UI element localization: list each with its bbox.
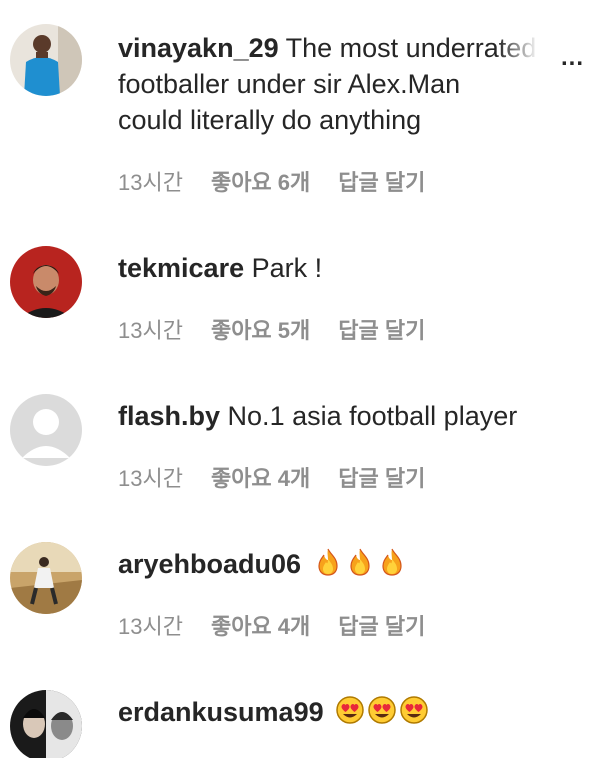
avatar[interactable]	[10, 394, 82, 466]
comment-username[interactable]: aryehboadu06	[118, 549, 301, 579]
fire-emoji-icon	[313, 547, 343, 577]
reply-button[interactable]: 답글 달기	[338, 614, 425, 640]
heart-eyes-emoji-icon	[367, 695, 397, 725]
comment-body: vinayakn_29 The most underrated football…	[118, 30, 570, 138]
likes-count-button[interactable]: 좋아요 5개	[211, 318, 310, 344]
emoji-group	[335, 695, 429, 725]
comment-meta: 13시간 좋아요 4개 답글 달기	[118, 614, 425, 640]
comment-username[interactable]: erdankusuma99	[118, 697, 324, 727]
comment-username[interactable]: vinayakn_29	[118, 33, 279, 63]
comment-text: The most underrated	[285, 33, 537, 63]
comment-time: 13시간	[118, 318, 183, 343]
comment-body: flash.by No.1 asia football player	[118, 398, 570, 434]
reply-button[interactable]: 답글 달기	[338, 466, 425, 492]
comment-body: erdankusuma99	[118, 694, 570, 730]
reply-button[interactable]: 답글 달기	[338, 318, 425, 344]
fire-emoji-icon	[377, 547, 407, 577]
heart-eyes-emoji-icon	[335, 695, 365, 725]
avatar[interactable]	[10, 542, 82, 614]
likes-count-button[interactable]: 좋아요 4개	[211, 614, 310, 640]
comment-text: Park !	[251, 253, 323, 283]
heart-eyes-emoji-icon	[399, 695, 429, 725]
emoji-group	[313, 547, 407, 577]
comment-list: vinayakn_29 The most underrated football…	[0, 0, 600, 758]
comment-text: could literally do anything	[118, 105, 422, 135]
avatar[interactable]	[10, 24, 82, 96]
comment-text: footballer under sir Alex.Man	[118, 69, 461, 99]
comment-meta: 13시간 좋아요 6개 답글 달기	[118, 170, 425, 196]
more-options-button[interactable]: ...	[561, 44, 584, 72]
comment-meta: 13시간 좋아요 5개 답글 달기	[118, 318, 425, 344]
comment-username[interactable]: flash.by	[118, 401, 220, 431]
comment-time: 13시간	[118, 466, 183, 491]
reply-button[interactable]: 답글 달기	[338, 170, 425, 196]
comment-username[interactable]: tekmicare	[118, 253, 244, 283]
comment-time: 13시간	[118, 170, 183, 195]
avatar[interactable]	[10, 690, 82, 758]
likes-count-button[interactable]: 좋아요 4개	[211, 466, 310, 492]
comment-time: 13시간	[118, 614, 183, 639]
likes-count-button[interactable]: 좋아요 6개	[211, 170, 310, 196]
comment-body: aryehboadu06	[118, 546, 570, 582]
comment-meta: 13시간 좋아요 4개 답글 달기	[118, 466, 425, 492]
comment-text: No.1 asia football player	[227, 401, 518, 431]
comment-body: tekmicare Park !	[118, 250, 570, 286]
fire-emoji-icon	[345, 547, 375, 577]
avatar[interactable]	[10, 246, 82, 318]
